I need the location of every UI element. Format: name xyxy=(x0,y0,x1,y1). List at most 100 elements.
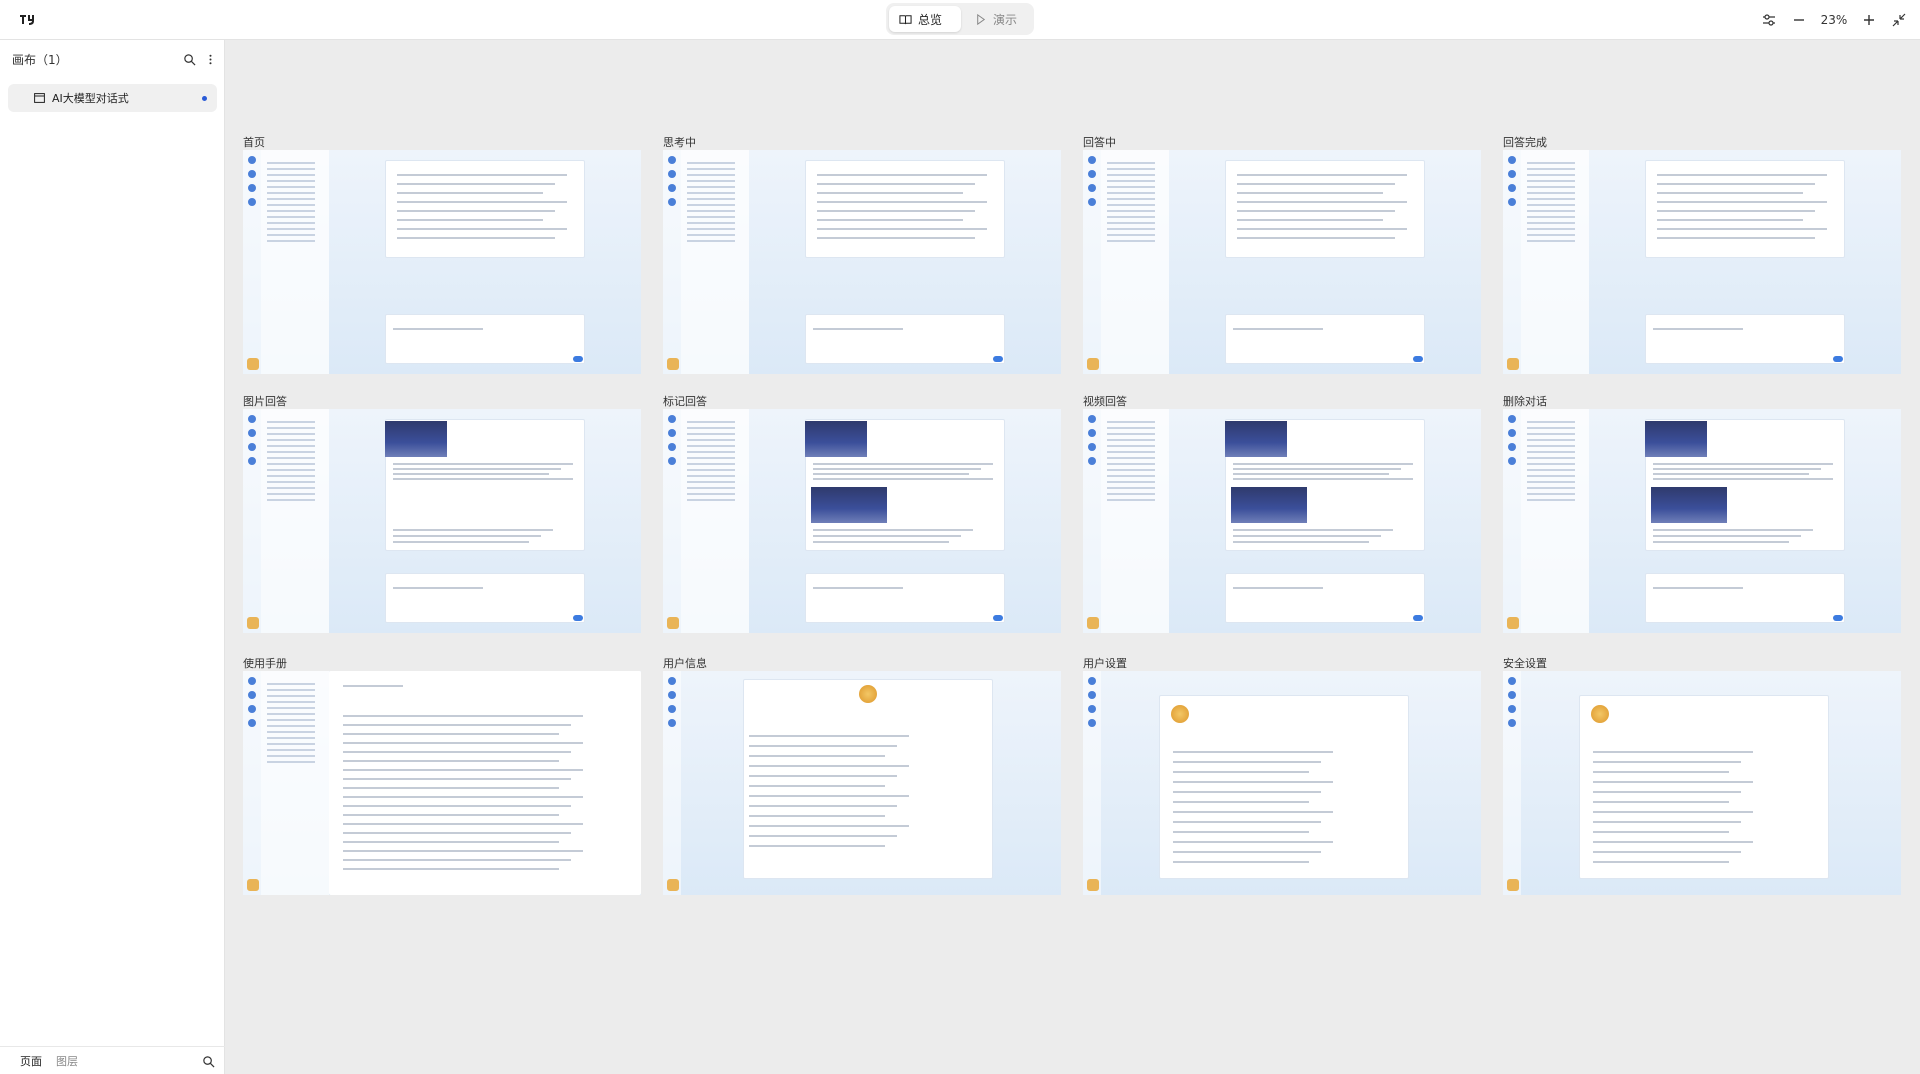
zoom-out-button[interactable] xyxy=(1784,5,1814,35)
thumb-image xyxy=(805,421,867,457)
canvas-frame[interactable]: 回答完成 xyxy=(1503,134,1901,374)
text-line xyxy=(397,228,567,230)
tab-layers[interactable]: 图层 xyxy=(56,1053,78,1069)
text-line xyxy=(1593,791,1741,793)
text-line xyxy=(397,237,555,239)
thumb-history-list xyxy=(681,409,749,633)
canvas-frame[interactable]: 图片回答 xyxy=(243,393,641,633)
present-button[interactable]: 演示 xyxy=(964,6,1030,32)
text-line xyxy=(393,587,483,589)
text-line xyxy=(343,760,559,762)
zoom-level[interactable]: 23% xyxy=(1814,13,1854,27)
sidebar-header: 画布（1） xyxy=(12,48,217,70)
thumb-image xyxy=(811,487,887,523)
text-line xyxy=(1593,841,1753,843)
text-line xyxy=(1593,811,1753,813)
thumb-history-list xyxy=(1521,409,1589,633)
frame-title: 用户设置 xyxy=(1083,657,1127,670)
text-line xyxy=(1593,771,1729,773)
thumb-avatar xyxy=(1171,705,1189,723)
search-icon[interactable] xyxy=(202,1055,215,1068)
text-line xyxy=(1593,781,1753,783)
text-line xyxy=(1237,219,1383,221)
search-icon[interactable] xyxy=(183,53,196,66)
text-line xyxy=(1233,529,1393,531)
text-line xyxy=(343,832,571,834)
text-line xyxy=(817,174,987,176)
text-line xyxy=(1233,473,1389,475)
text-line xyxy=(1653,535,1801,537)
thumb-user-avatar xyxy=(247,617,259,629)
frame-title: 回答完成 xyxy=(1503,136,1547,149)
text-line xyxy=(1173,751,1333,753)
text-line xyxy=(1237,201,1407,203)
text-line xyxy=(749,775,897,777)
text-line xyxy=(817,201,987,203)
frame-thumbnail xyxy=(1503,409,1901,633)
frame-thumbnail xyxy=(243,671,641,895)
app-logo-icon[interactable] xyxy=(18,10,38,30)
collapse-button[interactable] xyxy=(1884,5,1914,35)
text-line xyxy=(343,724,571,726)
text-line xyxy=(1173,801,1309,803)
thumb-nav xyxy=(1083,150,1101,374)
text-line xyxy=(749,835,897,837)
text-line xyxy=(1173,811,1333,813)
canvas-frame[interactable]: 标记回答 xyxy=(663,393,1061,633)
canvas-frame[interactable]: 删除对话 xyxy=(1503,393,1901,633)
tab-pages[interactable]: 页面 xyxy=(20,1053,42,1069)
text-line xyxy=(1653,529,1813,531)
thumb-history-list xyxy=(1521,150,1589,374)
text-line xyxy=(1233,478,1413,480)
text-line xyxy=(749,815,885,817)
text-line xyxy=(397,174,567,176)
text-line xyxy=(813,328,903,330)
canvas-frame[interactable]: 安全设置 xyxy=(1503,655,1901,895)
canvas-frame[interactable]: 视频回答 xyxy=(1083,393,1481,633)
more-vertical-icon[interactable] xyxy=(204,53,217,66)
canvas-frame[interactable]: 思考中 xyxy=(663,134,1061,374)
text-line xyxy=(1237,237,1395,239)
zoom-in-button[interactable] xyxy=(1854,5,1884,35)
canvas-frame[interactable]: 用户信息 xyxy=(663,655,1061,895)
frame-thumbnail xyxy=(663,671,1061,895)
text-line xyxy=(817,192,963,194)
canvas-frame[interactable]: 回答中 xyxy=(1083,134,1481,374)
thumb-send-button xyxy=(993,356,1003,362)
text-line xyxy=(1233,463,1413,465)
text-line xyxy=(397,183,555,185)
thumb-profile-card xyxy=(743,679,993,879)
thumb-input-box xyxy=(1225,573,1425,623)
canvas-frame[interactable]: 使用手册 xyxy=(243,655,641,895)
overview-button[interactable]: 总览 xyxy=(889,6,961,32)
thumb-send-button xyxy=(1833,356,1843,362)
text-line xyxy=(1653,478,1833,480)
thumb-history-list xyxy=(1101,409,1169,633)
sidebar-item-ai-chat[interactable]: AI大模型对话式 xyxy=(8,84,217,112)
text-line xyxy=(393,535,541,537)
text-line xyxy=(343,733,559,735)
text-line xyxy=(393,328,483,330)
top-toolbar: 总览 演示 23% xyxy=(0,0,1920,40)
canvas-frame[interactable]: 首页 xyxy=(243,134,641,374)
text-line xyxy=(393,463,573,465)
text-line xyxy=(1653,328,1743,330)
thumb-history-list xyxy=(681,150,749,374)
thumb-input-box xyxy=(1645,314,1845,364)
text-line xyxy=(343,715,583,717)
text-line xyxy=(813,468,981,470)
thumb-user-avatar xyxy=(1507,879,1519,891)
text-line xyxy=(1173,761,1321,763)
frame-thumbnail xyxy=(1083,409,1481,633)
text-line xyxy=(1237,183,1395,185)
settings-sliders-button[interactable] xyxy=(1754,5,1784,35)
minus-icon xyxy=(1794,19,1804,21)
canvas-frame[interactable]: 用户设置 xyxy=(1083,655,1481,895)
text-line xyxy=(343,751,571,753)
mode-switch: 总览 演示 xyxy=(886,3,1034,35)
thumb-user-avatar xyxy=(247,879,259,891)
text-line xyxy=(1653,587,1743,589)
text-line xyxy=(1237,228,1407,230)
text-line xyxy=(1173,771,1309,773)
thumb-image xyxy=(1645,421,1707,457)
